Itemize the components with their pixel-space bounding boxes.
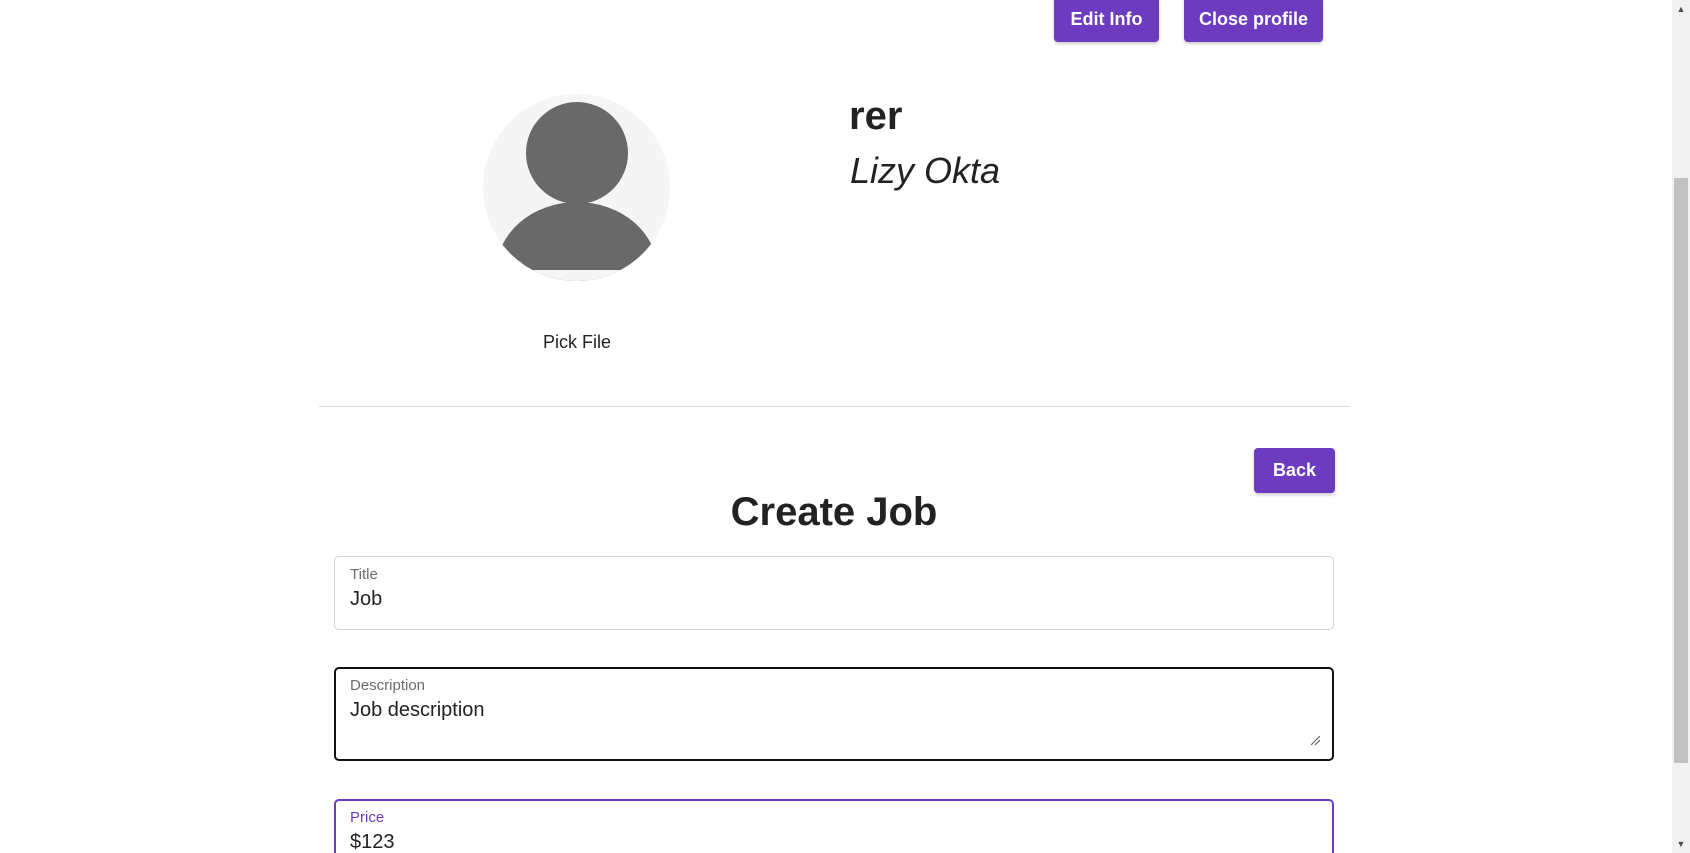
vertical-scrollbar[interactable]: ▲ ▼	[1672, 0, 1690, 853]
price-field[interactable]: Price $123	[334, 799, 1334, 853]
avatar-icon	[483, 94, 670, 281]
scroll-down-icon[interactable]: ▼	[1672, 835, 1690, 853]
scrollbar-thumb[interactable]	[1674, 178, 1688, 763]
price-field-label: Price	[350, 809, 385, 826]
avatar-base	[483, 270, 670, 281]
description-field-value[interactable]: Job description	[350, 699, 485, 722]
avatar-head-shape	[526, 102, 628, 204]
close-profile-button[interactable]: Close profile	[1184, 0, 1323, 42]
pick-file-button[interactable]: Pick File	[516, 332, 638, 353]
price-field-value[interactable]: $123	[350, 831, 395, 853]
scroll-up-icon[interactable]: ▲	[1672, 0, 1690, 18]
title-field-value[interactable]: Job	[350, 588, 382, 611]
description-field-label: Description	[350, 677, 426, 694]
title-field-label: Title	[350, 566, 378, 583]
resize-grip-icon[interactable]	[1310, 735, 1320, 745]
section-divider	[319, 406, 1350, 407]
profile-username: rer	[849, 94, 903, 138]
title-field[interactable]: Title Job	[334, 556, 1334, 630]
back-button[interactable]: Back	[1254, 448, 1335, 493]
edit-info-button[interactable]: Edit Info	[1054, 0, 1159, 42]
profile-page: Edit Info Close profile Pick File rer Li…	[0, 0, 1690, 853]
description-field[interactable]: Description Job description	[334, 667, 1334, 761]
profile-full-name: Lizy Okta	[850, 150, 1001, 191]
page-title: Create Job	[730, 490, 938, 534]
